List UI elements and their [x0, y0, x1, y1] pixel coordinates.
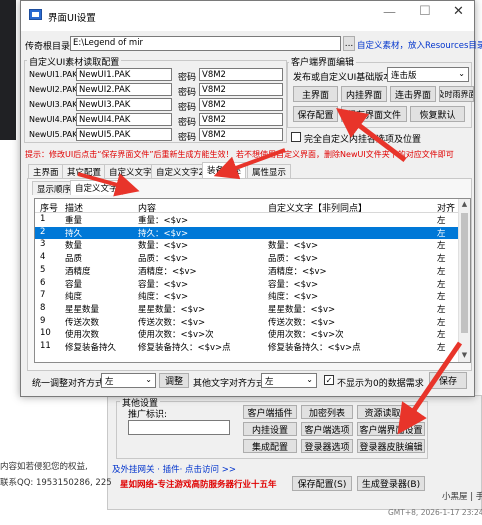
arrow-to-client-ui-settings	[397, 341, 463, 435]
arrow-to-equip-tab	[213, 148, 286, 180]
arrow-to-custom-subtab	[77, 172, 140, 197]
arrow-to-save-config	[336, 107, 407, 162]
annotation-arrows	[77, 107, 463, 435]
